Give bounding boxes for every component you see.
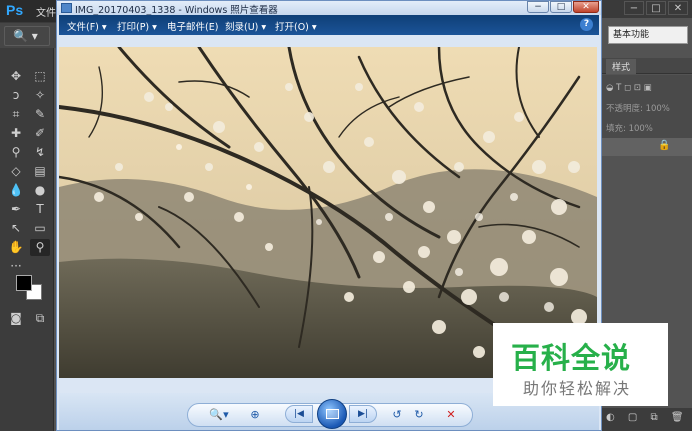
- rotate-right-icon[interactable]: ↻: [411, 408, 427, 422]
- dodge-tool-icon[interactable]: ●: [30, 182, 50, 199]
- layer-action-icons[interactable]: ◐ ▢ ⧉ 🗑: [606, 412, 689, 423]
- rotate-left-icon[interactable]: ↺: [389, 408, 405, 422]
- quick-mask-icon[interactable]: ◙: [6, 310, 26, 327]
- slideshow-button[interactable]: [317, 399, 347, 429]
- maximize-button[interactable]: □: [550, 1, 572, 13]
- eraser-tool-icon[interactable]: ◇: [6, 163, 26, 180]
- previous-button[interactable]: |◀: [285, 405, 313, 423]
- brush-tool-icon[interactable]: ✐: [30, 125, 50, 142]
- menu-print[interactable]: 打印(P) ▾: [117, 19, 157, 33]
- blur-tool-icon[interactable]: 💧: [6, 182, 26, 199]
- watermark-logo: 百科全说 助你轻松解决: [493, 323, 668, 406]
- minimize-button[interactable]: −: [527, 1, 549, 13]
- healing-brush-icon[interactable]: ✚: [6, 125, 26, 142]
- slideshow-icon: [326, 409, 339, 419]
- lock-icon: 🔒: [658, 140, 671, 151]
- type-tool-icon[interactable]: T: [30, 201, 50, 218]
- layer-filter-icons[interactable]: ◒ T ◻ ⊡ ▣: [606, 83, 690, 93]
- ps-close-button[interactable]: ✕: [668, 1, 688, 15]
- photo-viewer-menubar: 文件(F) ▾ 打印(P) ▾ 电子邮件(E) 刻录(U) ▾ 打开(O) ▾ …: [59, 15, 599, 35]
- zoom-tool-preset[interactable]: 🔍 ▾: [4, 26, 50, 46]
- clone-stamp-icon[interactable]: ⚲: [6, 144, 26, 161]
- next-button[interactable]: ▶|: [349, 405, 377, 423]
- panel-tab-styles[interactable]: 样式: [606, 59, 637, 74]
- menu-open[interactable]: 打开(O) ▾: [275, 19, 317, 33]
- delete-icon[interactable]: ✕: [443, 408, 459, 422]
- gradient-tool-icon[interactable]: ▤: [30, 163, 50, 180]
- ps-maximize-button[interactable]: □: [646, 1, 666, 15]
- path-select-icon[interactable]: ↖: [6, 220, 26, 237]
- layer-row[interactable]: 🔒: [602, 138, 692, 156]
- pen-tool-icon[interactable]: ✒: [6, 201, 26, 218]
- marquee-tool-icon[interactable]: ⬚: [30, 68, 50, 85]
- zoom-icon: 🔍: [13, 29, 28, 43]
- layers-panel-footer: ◐ ▢ ⧉ 🗑: [602, 408, 692, 431]
- watermark-title: 百科全说: [511, 341, 632, 375]
- zoom-tool-icon[interactable]: ⚲: [30, 239, 50, 256]
- ps-window-controls: − □ ✕: [602, 0, 692, 18]
- ps-minimize-button[interactable]: −: [624, 1, 644, 15]
- crop-tool-icon[interactable]: ⌗: [6, 106, 26, 123]
- ps-menu-file[interactable]: 文件: [36, 4, 56, 19]
- eyedropper-icon[interactable]: ✎: [30, 106, 50, 123]
- zoom-icon[interactable]: 🔍▾: [207, 408, 231, 422]
- photoshop-toolbox: ✥ ⬚ ↄ ✧ ⌗ ✎ ✚ ✐ ⚲ ↯ ◇ ▤ 💧 ● ✒ T ↖ ▭ ✋ ⚲ …: [0, 48, 54, 431]
- menu-file[interactable]: 文件(F) ▾: [67, 19, 107, 33]
- menu-burn[interactable]: 刻录(U) ▾: [225, 19, 266, 33]
- window-title: IMG_20170403_1338 - Windows 照片查看器: [75, 5, 278, 16]
- help-icon[interactable]: ?: [580, 18, 593, 31]
- opacity-control[interactable]: 不透明度: 100%: [606, 102, 690, 114]
- more-tools-icon[interactable]: ···: [6, 258, 26, 275]
- lasso-tool-icon[interactable]: ↄ: [6, 87, 26, 104]
- hand-tool-icon[interactable]: ✋: [6, 239, 26, 256]
- actual-size-icon[interactable]: ⊕: [245, 408, 265, 422]
- watermark-subtitle: 助你轻松解决: [523, 379, 632, 398]
- menu-email[interactable]: 电子邮件(E): [167, 19, 218, 33]
- layers-panel: ◒ T ◻ ⊡ ▣ 不透明度: 100% 填充: 100%: [602, 75, 692, 145]
- close-button[interactable]: ✕: [573, 1, 599, 13]
- photoshop-logo: Ps: [6, 2, 24, 18]
- photo-viewer-titlebar: IMG_20170403_1338 - Windows 照片查看器 − □ ✕: [57, 1, 601, 16]
- styles-panel-header: 样式: [602, 58, 692, 74]
- screen-mode-icon[interactable]: ⧉: [30, 310, 50, 327]
- magic-wand-icon[interactable]: ✧: [30, 87, 50, 104]
- fill-control[interactable]: 填充: 100%: [606, 122, 690, 134]
- move-tool-icon[interactable]: ✥: [6, 68, 26, 85]
- photo-viewer-app-icon: [61, 3, 72, 13]
- history-brush-icon[interactable]: ↯: [30, 144, 50, 161]
- workspace-switcher[interactable]: 基本功能: [608, 26, 688, 44]
- shape-tool-icon[interactable]: ▭: [30, 220, 50, 237]
- foreground-color-swatch[interactable]: [16, 275, 32, 291]
